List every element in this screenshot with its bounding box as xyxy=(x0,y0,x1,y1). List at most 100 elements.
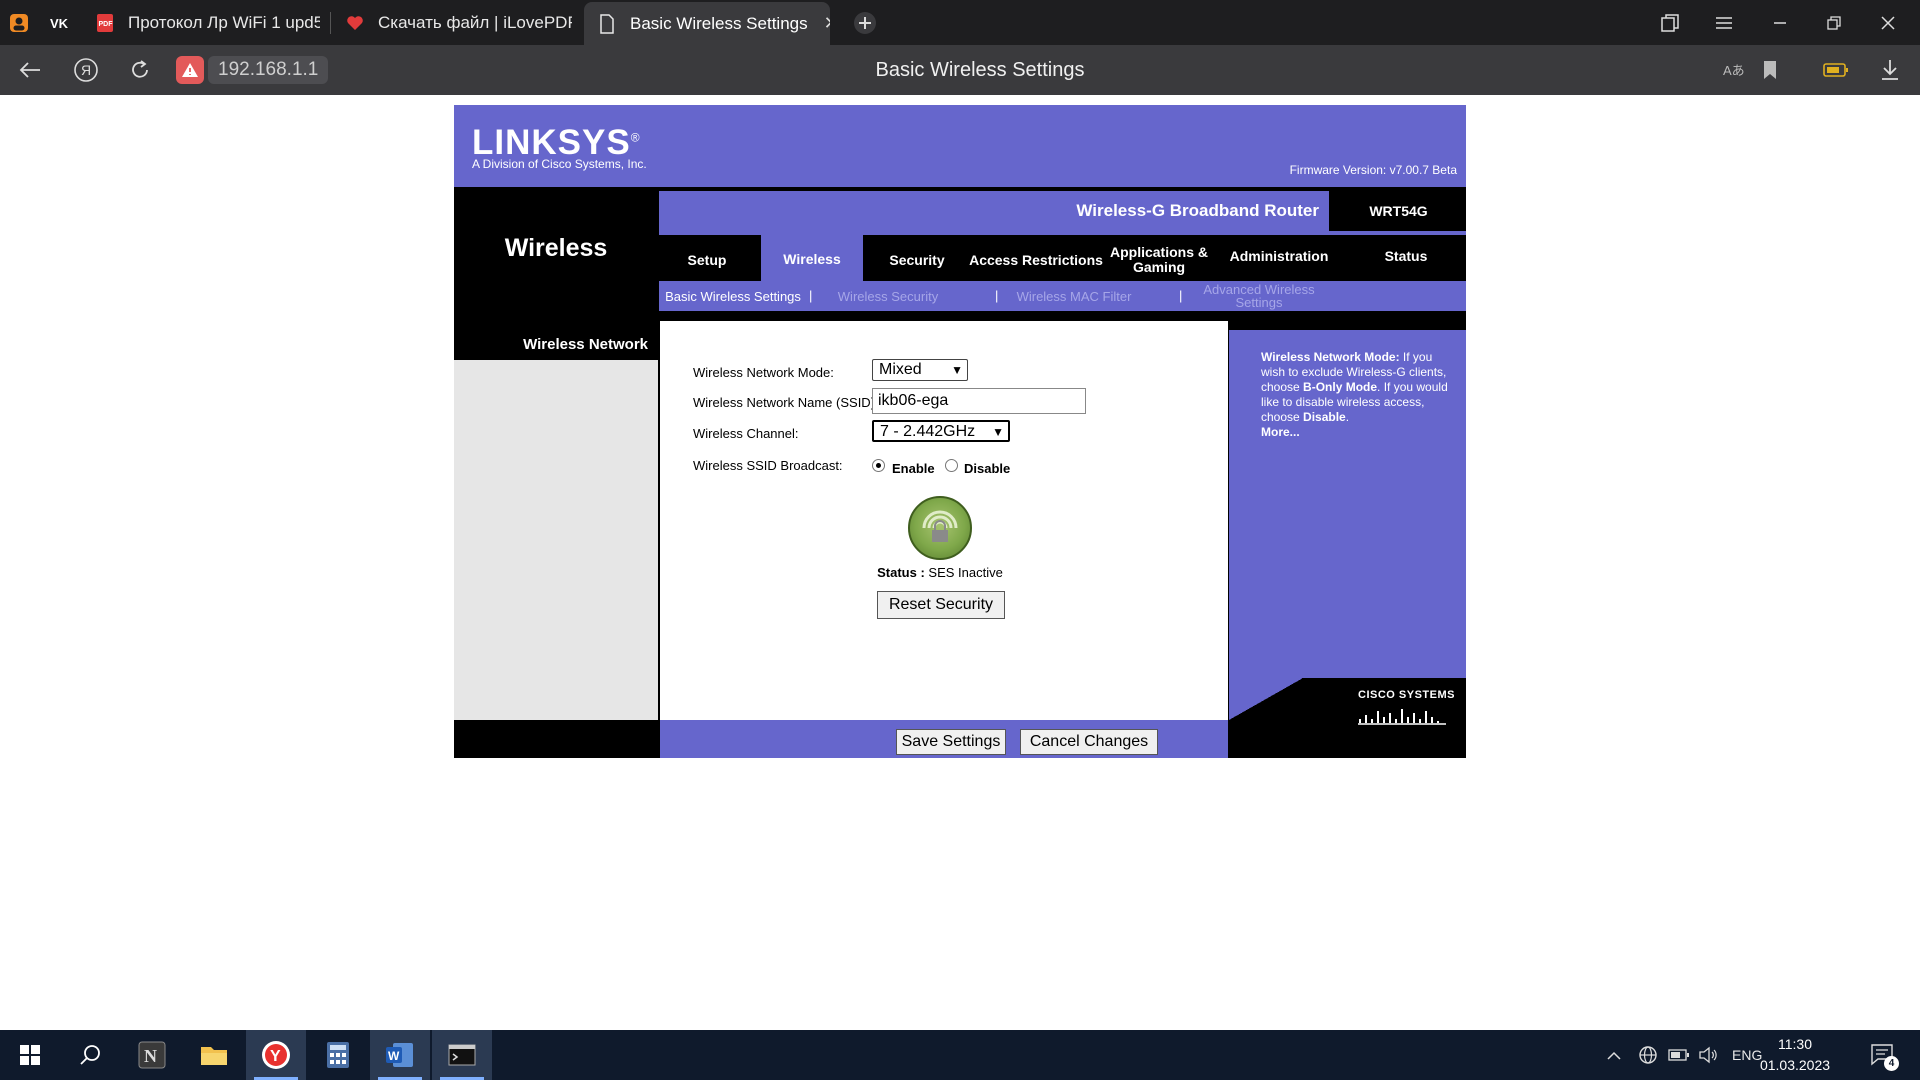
taskbar-yandex-browser[interactable]: Y xyxy=(246,1030,306,1080)
restore-icon xyxy=(1827,15,1841,30)
settings-form: Wireless Network Mode: Mixed ▼ Wireless … xyxy=(660,321,1228,720)
tab-applications-gaming[interactable]: Applications & Gaming xyxy=(1106,235,1212,285)
model-number: WRT54G xyxy=(1369,203,1428,219)
search-button[interactable] xyxy=(60,1030,120,1080)
document-icon xyxy=(596,13,618,35)
cancel-changes-button[interactable]: Cancel Changes xyxy=(1020,729,1158,755)
firmware-version: Firmware Version: v7.00.7 Beta xyxy=(1289,163,1457,177)
subtab-wireless-mac-filter[interactable]: Wireless MAC Filter xyxy=(1009,281,1139,311)
tab-security[interactable]: Security xyxy=(868,235,966,285)
folder-icon xyxy=(201,1047,227,1065)
new-tab-button[interactable] xyxy=(840,0,890,45)
windows-taskbar: N Y W ENG 11:30 01.03.2023 4 xyxy=(0,1030,1920,1080)
download-icon xyxy=(1882,60,1898,80)
speaker-icon xyxy=(1699,1046,1717,1064)
sub-navigation: Basic Wireless Settings | Wireless Secur… xyxy=(659,281,1466,311)
taskbar-calculator[interactable] xyxy=(308,1030,368,1080)
broadcast-disable-radio[interactable] xyxy=(945,459,958,472)
channel-select[interactable]: 7 - 2.442GHz ▼ xyxy=(872,420,1010,442)
battery-saver-button[interactable] xyxy=(1816,45,1856,95)
reload-icon xyxy=(132,60,148,78)
show-hidden-icons[interactable] xyxy=(1606,1030,1622,1080)
volume-control[interactable] xyxy=(1698,1030,1720,1080)
section-title: Wireless xyxy=(504,234,608,262)
network-status[interactable] xyxy=(1638,1030,1658,1080)
subnav-separator: | xyxy=(1179,288,1183,303)
insecure-connection-button[interactable] xyxy=(176,56,204,84)
tab-pdf-document[interactable]: PDF Протокол Лр WiFi 1 upd5 xyxy=(94,0,320,45)
pdf-icon: PDF xyxy=(94,12,116,34)
svg-text:Aあ: Aあ xyxy=(1723,63,1745,78)
taskbar-terminal[interactable] xyxy=(432,1030,492,1080)
system-clock[interactable]: 11:30 01.03.2023 xyxy=(1755,1034,1835,1076)
subtab-wireless-security[interactable]: Wireless Security xyxy=(823,281,953,311)
tab-ilovepdf[interactable]: Скачать файл | iLovePDF xyxy=(344,0,572,45)
word-icon: W xyxy=(386,1043,413,1067)
reload-button[interactable] xyxy=(120,45,160,95)
translate-icon: Aあ xyxy=(1723,63,1745,78)
ssid-broadcast-label: Wireless SSID Broadcast: xyxy=(693,458,843,473)
subtab-advanced-wireless-settings[interactable]: Advanced Wireless Settings xyxy=(1195,281,1323,311)
chevron-up-icon xyxy=(1607,1051,1621,1060)
downloads-button[interactable] xyxy=(1870,45,1910,95)
tab-profile[interactable] xyxy=(8,0,36,45)
tab-basic-wireless-settings[interactable]: Basic Wireless Settings ✕ xyxy=(584,2,830,45)
tab-administration[interactable]: Administration xyxy=(1212,231,1346,281)
translate-button[interactable]: Aあ xyxy=(1714,45,1754,95)
yandex-button[interactable]: Я xyxy=(66,45,106,95)
tab-access-restrictions[interactable]: Access Restrictions xyxy=(966,235,1106,285)
tab-label: Basic Wireless Settings xyxy=(630,13,808,33)
svg-text:Я: Я xyxy=(81,62,91,78)
menu-button[interactable] xyxy=(1698,0,1750,45)
url-field[interactable]: 192.168.1.1 xyxy=(208,56,329,84)
ses-button[interactable] xyxy=(908,496,972,560)
network-mode-select[interactable]: Mixed ▼ xyxy=(872,359,968,381)
bookmark-button[interactable] xyxy=(1750,45,1790,95)
tab-setup[interactable]: Setup xyxy=(659,235,755,285)
restore-button[interactable] xyxy=(1808,0,1860,45)
back-button[interactable] xyxy=(10,45,50,95)
battery-icon xyxy=(1668,1049,1689,1061)
tabs-overview-button[interactable] xyxy=(1644,0,1696,45)
bookmark-icon xyxy=(1764,61,1776,79)
svg-text:N: N xyxy=(144,1046,157,1066)
calculator-icon xyxy=(327,1042,349,1068)
battery-status[interactable] xyxy=(1668,1030,1690,1080)
back-arrow-icon xyxy=(19,62,40,78)
close-tab-icon[interactable]: ✕ xyxy=(824,13,830,34)
svg-text:W: W xyxy=(388,1049,400,1063)
tab-status[interactable]: Status xyxy=(1346,231,1466,281)
tab-vk[interactable]: VK xyxy=(48,0,76,45)
broadcast-enable-radio[interactable] xyxy=(872,459,885,472)
channel-label: Wireless Channel: xyxy=(693,426,799,441)
notification-center[interactable]: 4 xyxy=(1870,1030,1899,1080)
close-window-button[interactable] xyxy=(1862,0,1914,45)
more-link[interactable]: More... xyxy=(1261,425,1300,439)
product-name: Wireless-G Broadband Router xyxy=(659,191,1329,231)
cisco-systems-logo: CISCO SYSTEMS xyxy=(1358,689,1455,701)
logo-subtitle: A Division of Cisco Systems, Inc. xyxy=(472,157,647,171)
minimize-icon xyxy=(1774,21,1786,24)
svg-text:PDF: PDF xyxy=(99,21,114,28)
notion-icon: N xyxy=(138,1041,166,1069)
taskbar-notion[interactable]: N xyxy=(122,1030,182,1080)
address-bar: Basic Wireless Settings Я 192.168.1.1 Aあ xyxy=(0,45,1920,95)
tab-wireless[interactable]: Wireless xyxy=(761,233,863,285)
enable-label: Enable xyxy=(892,461,935,476)
taskbar-word[interactable]: W xyxy=(370,1030,430,1080)
router-header: LINKSYS® A Division of Cisco Systems, In… xyxy=(454,105,1466,187)
tab-divider xyxy=(330,12,331,34)
start-button[interactable] xyxy=(0,1030,60,1080)
subnav-separator: | xyxy=(995,288,999,303)
taskbar-file-explorer[interactable] xyxy=(184,1030,244,1080)
svg-text:Y: Y xyxy=(270,1048,281,1065)
heart-icon xyxy=(344,12,366,34)
reset-security-button[interactable]: Reset Security xyxy=(877,591,1005,619)
profile-icon xyxy=(8,12,30,34)
subtab-basic-wireless-settings[interactable]: Basic Wireless Settings xyxy=(665,281,801,311)
terminal-icon xyxy=(448,1044,476,1066)
warning-icon xyxy=(182,63,198,77)
ssid-input[interactable]: ikb06-ega xyxy=(872,388,1086,414)
save-settings-button[interactable]: Save Settings xyxy=(896,729,1006,755)
minimize-button[interactable] xyxy=(1754,0,1806,45)
